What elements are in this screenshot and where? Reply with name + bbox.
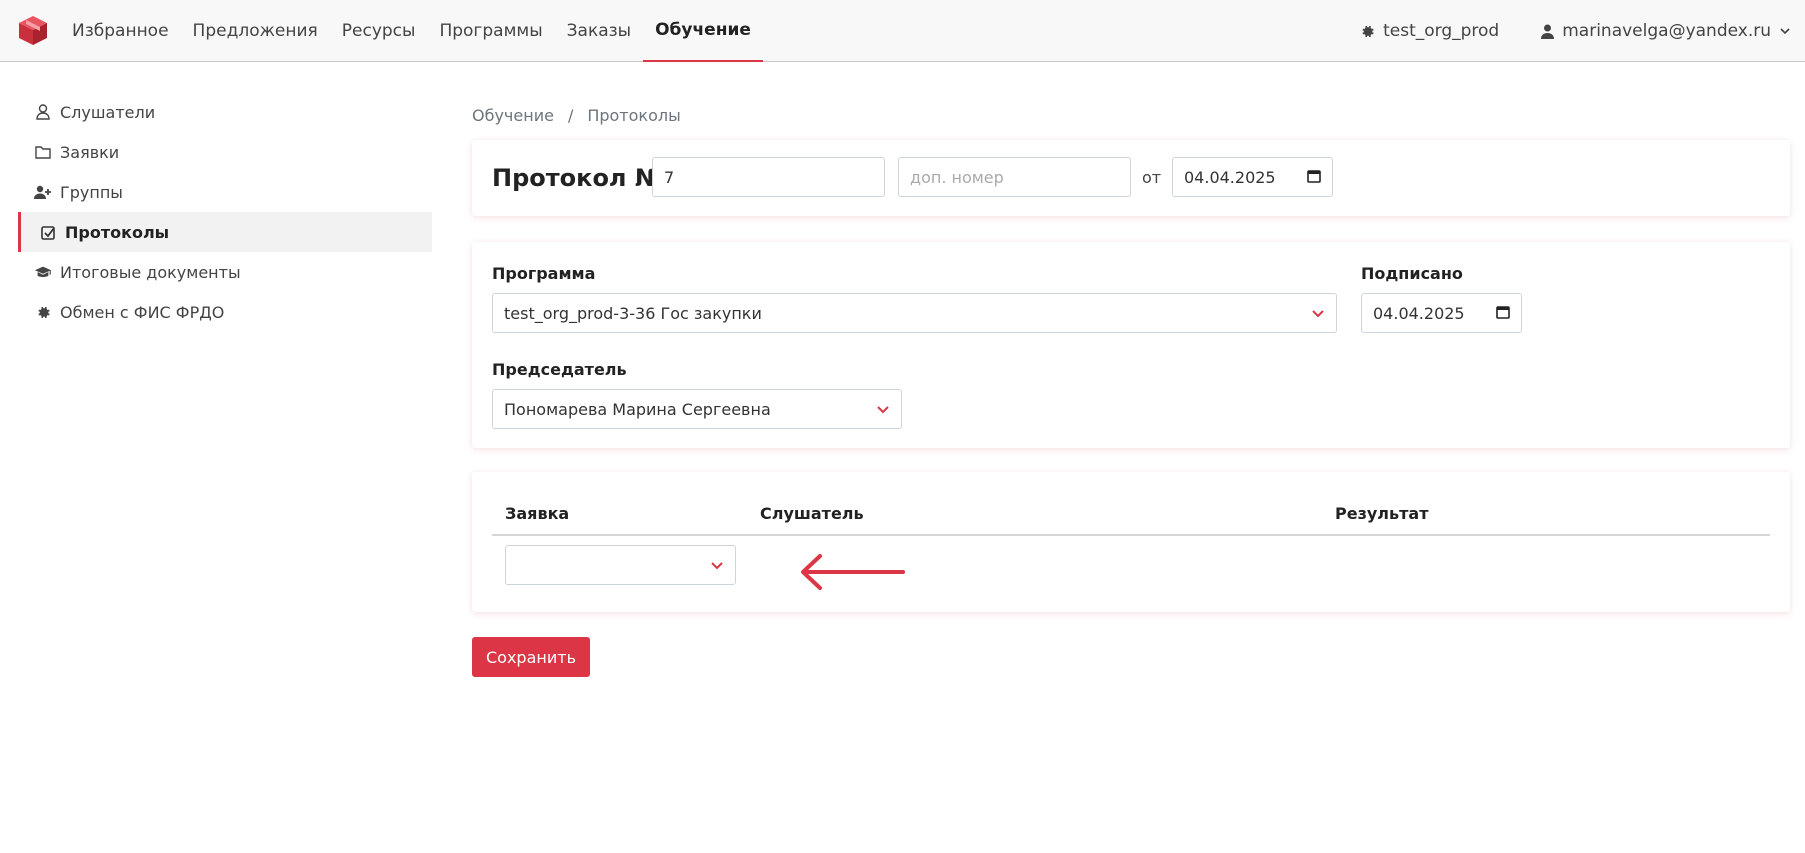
program-select[interactable]: test_org_prod-3-36 Гос закупки xyxy=(492,293,1337,333)
nav-item-orders[interactable]: Заказы xyxy=(555,0,643,62)
sidebar-item-applications[interactable]: Заявки xyxy=(18,132,432,172)
sidebar-item-label: Протоколы xyxy=(65,222,170,242)
nav-item-programs[interactable]: Программы xyxy=(427,0,554,62)
sidebar-item-label: Заявки xyxy=(60,142,120,162)
left-arrow-annotation-icon xyxy=(800,552,906,596)
chevron-down-icon xyxy=(1311,304,1325,323)
application-select[interactable] xyxy=(505,545,736,585)
signed-date-value: 04.04.2025 xyxy=(1373,303,1465,323)
chairman-select-value: Пономарева Марина Сергеевна xyxy=(504,399,771,419)
logo-cube-icon[interactable] xyxy=(18,15,48,46)
check-square-icon xyxy=(39,223,57,241)
top-navbar: Избранное Предложения Ресурсы Программы … xyxy=(0,0,1805,62)
extra-number-input[interactable]: доп. номер xyxy=(898,157,1131,197)
table-header-divider xyxy=(492,534,1770,536)
sidebar-item-label: Обмен с ФИС ФРДО xyxy=(60,302,225,322)
breadcrumb: Обучение / Протоколы xyxy=(472,106,681,125)
breadcrumb-link-education[interactable]: Обучение xyxy=(472,106,554,125)
breadcrumb-current: Протоколы xyxy=(587,106,681,125)
sidebar-item-label: Слушатели xyxy=(60,102,156,122)
user-plus-icon xyxy=(34,183,52,201)
main-nav: Избранное Предложения Ресурсы Программы … xyxy=(60,0,763,62)
org-name: test_org_prod xyxy=(1383,21,1500,41)
program-label: Программа xyxy=(492,264,596,283)
sidebar-item-listeners[interactable]: Слушатели xyxy=(18,92,432,132)
chevron-down-icon xyxy=(710,556,724,575)
protocol-number-input[interactable]: 7 xyxy=(652,157,885,197)
protocol-date-value: 04.04.2025 xyxy=(1184,167,1276,187)
graduation-cap-icon xyxy=(34,263,52,281)
column-header-listener: Слушатель xyxy=(760,504,864,523)
sidebar-item-label: Группы xyxy=(60,182,123,202)
sidebar-item-final-documents[interactable]: Итоговые документы xyxy=(18,252,432,292)
protocol-date-input[interactable]: 04.04.2025 xyxy=(1172,157,1333,197)
protocol-title: Протокол № xyxy=(492,164,664,192)
chevron-down-icon xyxy=(1779,26,1791,36)
sidebar-item-label: Итоговые документы xyxy=(60,262,241,282)
sidebar-item-fis-frdo[interactable]: Обмен с ФИС ФРДО xyxy=(18,292,432,332)
signed-label: Подписано xyxy=(1361,264,1463,283)
sidebar: Слушатели Заявки Группы Протоколы Итогов… xyxy=(18,92,432,332)
protocol-header-card: Протокол № 7 доп. номер от 04.04.2025 xyxy=(472,140,1790,216)
results-table-card: Заявка Слушатель Результат xyxy=(472,472,1790,612)
user-menu[interactable]: marinavelga@yandex.ru xyxy=(1541,21,1791,41)
calendar-icon[interactable] xyxy=(1496,304,1510,323)
save-button[interactable]: Сохранить xyxy=(472,637,590,677)
gear-icon xyxy=(1360,24,1375,39)
user-icon xyxy=(34,103,52,121)
nav-right: test_org_prod marinavelga@yandex.ru xyxy=(1360,0,1791,62)
nav-item-education[interactable]: Обучение xyxy=(643,0,763,62)
nav-item-favorites[interactable]: Избранное xyxy=(60,0,181,62)
protocol-details-card: Программа test_org_prod-3-36 Гос закупки… xyxy=(472,242,1790,448)
chairman-label: Председатель xyxy=(492,360,627,379)
chevron-down-icon xyxy=(876,400,890,419)
user-email: marinavelga@yandex.ru xyxy=(1562,21,1771,41)
calendar-icon[interactable] xyxy=(1307,168,1321,187)
gear-icon xyxy=(34,303,52,321)
org-menu[interactable]: test_org_prod xyxy=(1360,21,1499,41)
breadcrumb-separator: / xyxy=(567,106,574,125)
signed-date-input[interactable]: 04.04.2025 xyxy=(1361,293,1522,333)
user-icon xyxy=(1541,24,1555,39)
nav-item-offers[interactable]: Предложения xyxy=(181,0,330,62)
chairman-select[interactable]: Пономарева Марина Сергеевна xyxy=(492,389,902,429)
folder-icon xyxy=(34,143,52,161)
sidebar-item-groups[interactable]: Группы xyxy=(18,172,432,212)
column-header-result: Результат xyxy=(1335,504,1429,523)
program-select-value: test_org_prod-3-36 Гос закупки xyxy=(504,303,762,323)
sidebar-item-protocols[interactable]: Протоколы xyxy=(18,212,432,252)
nav-item-resources[interactable]: Ресурсы xyxy=(330,0,428,62)
column-header-application: Заявка xyxy=(505,504,570,523)
from-label: от xyxy=(1142,168,1162,187)
